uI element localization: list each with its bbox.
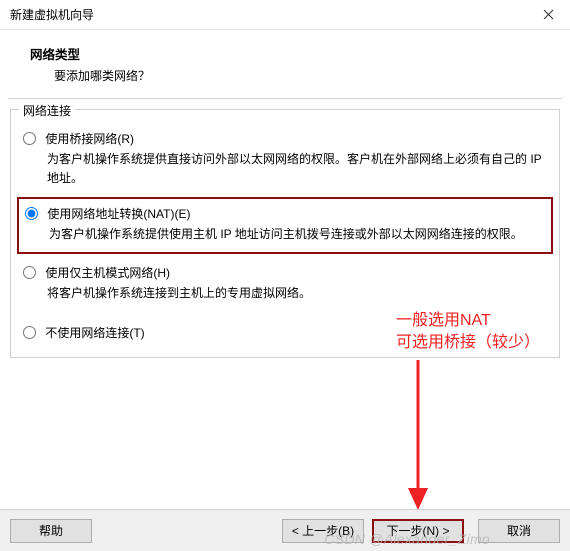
next-button[interactable]: 下一步(N) > [372,519,464,543]
desc-nat: 为客户机操作系统提供使用主机 IP 地址访问主机拨号连接或外部以太网网络连接的权… [49,225,543,244]
network-fieldset: 网络连接 使用桥接网络(R) 为客户机操作系统提供直接访问外部以太网网络的权限。… [10,109,560,358]
label-bridged[interactable]: 使用桥接网络(R) [45,132,134,146]
desc-bridged: 为客户机操作系统提供直接访问外部以太网网络的权限。客户机在外部网络上必须有自己的… [47,150,547,187]
radio-nat[interactable] [25,207,38,220]
divider [8,98,562,99]
label-hostonly[interactable]: 使用仅主机模式网络(H) [45,266,170,280]
radio-none[interactable] [23,326,36,339]
close-button[interactable] [532,1,564,29]
page-heading: 网络类型 [30,44,558,63]
cancel-button[interactable]: 取消 [478,519,560,543]
option-nat-highlight: 使用网络地址转换(NAT)(E) 为客户机操作系统提供使用主机 IP 地址访问主… [17,197,553,254]
dialog-footer: 帮助 < 上一步(B) 下一步(N) > 取消 [0,509,570,551]
option-none: 不使用网络连接(T) [23,324,547,341]
wizard-header: 网络类型 要添加哪类网络？ [0,30,570,98]
annotation-arrow-icon [404,360,432,510]
label-none[interactable]: 不使用网络连接(T) [45,326,144,340]
fieldset-legend: 网络连接 [19,102,75,119]
help-button[interactable]: 帮助 [10,519,92,543]
label-nat[interactable]: 使用网络地址转换(NAT)(E) [47,207,190,221]
radio-bridged[interactable] [23,132,36,145]
option-bridged: 使用桥接网络(R) 为客户机操作系统提供直接访问外部以太网网络的权限。客户机在外… [23,130,547,187]
option-hostonly: 使用仅主机模式网络(H) 将客户机操作系统连接到主机上的专用虚拟网络。 [23,264,547,303]
desc-hostonly: 将客户机操作系统连接到主机上的专用虚拟网络。 [47,284,547,303]
close-icon [543,9,554,20]
titlebar: 新建虚拟机向导 [0,0,570,30]
back-button[interactable]: < 上一步(B) [282,519,364,543]
radio-hostonly[interactable] [23,266,36,279]
dialog-title: 新建虚拟机向导 [10,6,94,23]
page-subheading: 要添加哪类网络？ [54,67,558,84]
